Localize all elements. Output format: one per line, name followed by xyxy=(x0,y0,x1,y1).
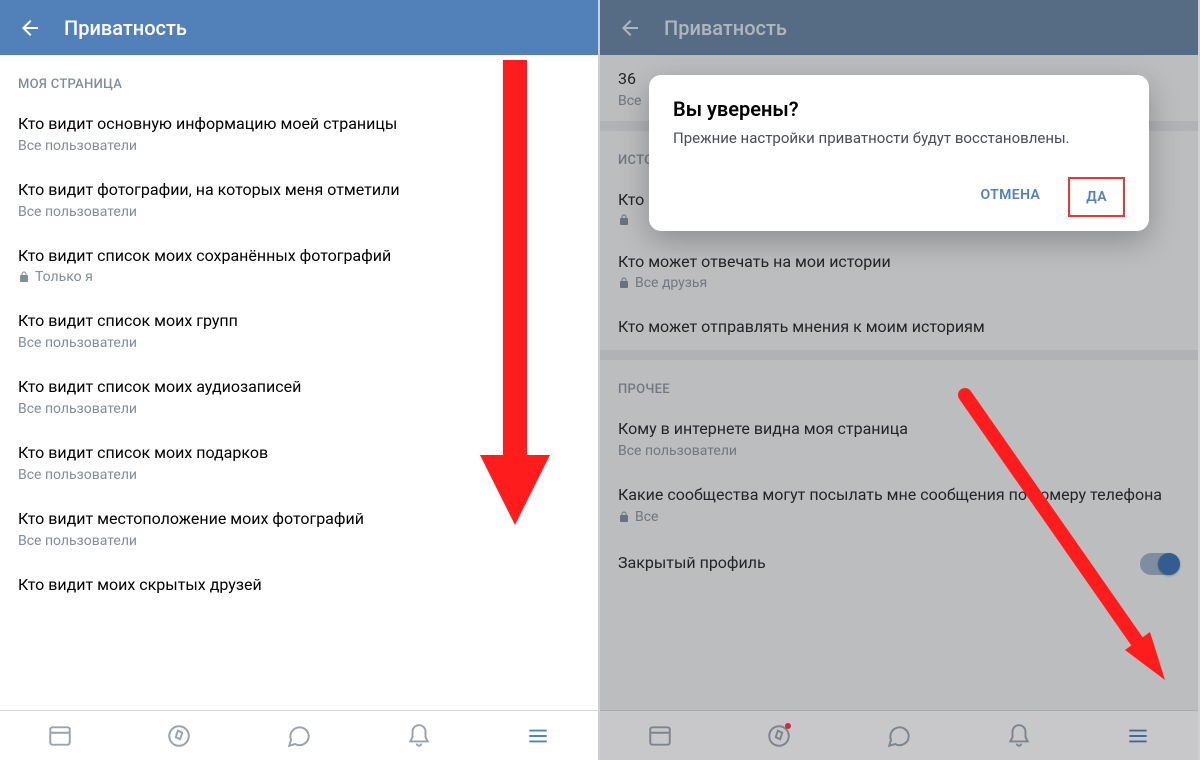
nav-messages[interactable] xyxy=(239,711,359,760)
nav-notifications[interactable] xyxy=(359,711,479,760)
privacy-item[interactable]: Кто видит список моих групп Все пользова… xyxy=(0,297,598,363)
menu-icon xyxy=(525,723,551,749)
phone-right: Приватность 36 Все ИСТО Кто Кто может от… xyxy=(600,0,1200,760)
item-title: Кто видит список моих групп xyxy=(18,311,580,332)
item-sub: Только я xyxy=(18,269,580,285)
privacy-item[interactable]: Кто видит список моих аудиозаписей Все п… xyxy=(0,363,598,429)
item-title: Кто видит список моих подарков xyxy=(18,443,580,464)
item-title: Кто видит основную информацию моей стран… xyxy=(18,114,580,135)
section-label: МОЯ СТРАНИЦА xyxy=(0,55,598,100)
privacy-item[interactable]: Кто видит список моих сохранённых фотогр… xyxy=(0,232,598,298)
item-sub: Все пользователи xyxy=(18,138,580,154)
settings-list[interactable]: МОЯ СТРАНИЦА Кто видит основную информац… xyxy=(0,55,598,710)
item-title: Кто видит список моих аудиозаписей xyxy=(18,377,580,398)
item-title: Кто видит моих скрытых друзей xyxy=(18,575,580,596)
item-sub: Все пользователи xyxy=(18,467,580,483)
nav-news[interactable] xyxy=(0,711,120,760)
item-sub: Все пользователи xyxy=(18,533,580,549)
item-title: Кто видит местоположение моих фотографий xyxy=(18,509,580,530)
item-sub: Все пользователи xyxy=(18,401,580,417)
dialog-actions: ОТМЕНА ДА xyxy=(673,177,1125,217)
privacy-item[interactable]: Кто видит моих скрытых друзей xyxy=(0,561,598,611)
bottom-nav xyxy=(0,710,598,760)
arrow-left-icon xyxy=(18,16,42,40)
nav-menu[interactable] xyxy=(478,711,598,760)
cancel-button[interactable]: ОТМЕНА xyxy=(964,177,1056,217)
dialog-title: Вы уверены? xyxy=(673,97,1125,121)
modal-overlay[interactable]: Вы уверены? Прежние настройки приватност… xyxy=(600,0,1198,760)
page-title: Приватность xyxy=(64,16,187,40)
news-icon xyxy=(47,723,73,749)
item-sub: Все пользователи xyxy=(18,204,580,220)
nav-discover[interactable] xyxy=(120,711,240,760)
lock-icon xyxy=(18,271,30,283)
bell-icon xyxy=(406,723,432,749)
header: Приватность xyxy=(0,0,598,55)
item-title: Кто видит фотографии, на которых меня от… xyxy=(18,180,580,201)
confirm-dialog: Вы уверены? Прежние настройки приватност… xyxy=(649,75,1149,231)
item-sub: Все пользователи xyxy=(18,335,580,351)
ok-button[interactable]: ДА xyxy=(1068,177,1125,217)
dialog-message: Прежние настройки приватности будут восс… xyxy=(673,129,1125,147)
privacy-item[interactable]: Кто видит список моих подарков Все польз… xyxy=(0,429,598,495)
discover-icon xyxy=(166,723,192,749)
privacy-item[interactable]: Кто видит местоположение моих фотографий… xyxy=(0,495,598,561)
privacy-item[interactable]: Кто видит основную информацию моей стран… xyxy=(0,100,598,166)
phone-left: Приватность МОЯ СТРАНИЦА Кто видит основ… xyxy=(0,0,600,760)
item-title: Кто видит список моих сохранённых фотогр… xyxy=(18,246,580,267)
privacy-item[interactable]: Кто видит фотографии, на которых меня от… xyxy=(0,166,598,232)
back-button[interactable] xyxy=(12,10,48,46)
messages-icon xyxy=(286,723,312,749)
